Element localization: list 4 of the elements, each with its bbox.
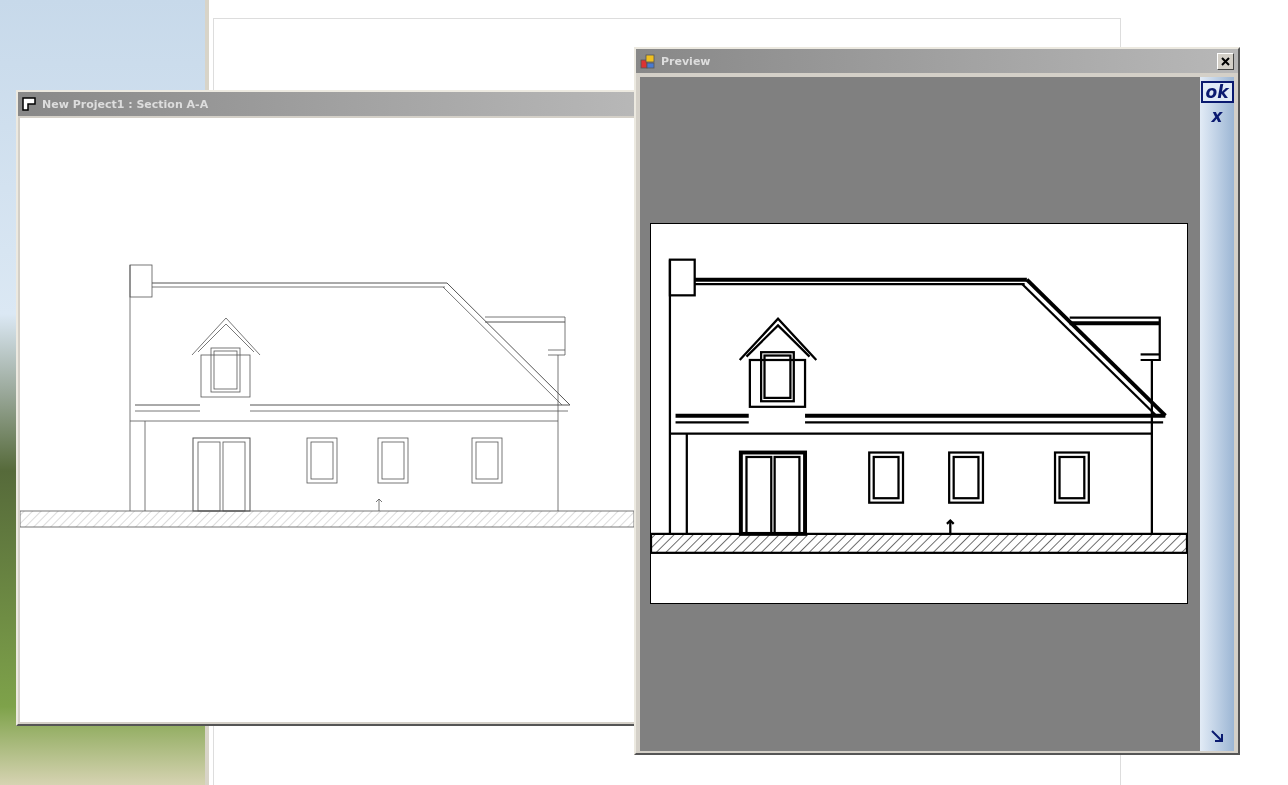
- window-title: Preview: [661, 54, 711, 68]
- ok-button[interactable]: ok: [1200, 81, 1234, 103]
- window-title: New Project1 : Section A-A: [42, 97, 209, 111]
- cancel-button[interactable]: x: [1206, 105, 1228, 127]
